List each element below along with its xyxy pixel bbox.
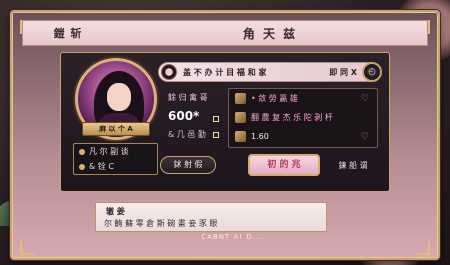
stat-row: 凡 尔 副 谈: [74, 144, 157, 159]
frame-corner: [20, 241, 34, 255]
item-label: 翻 農 复 杰 乐 陀 剥 杆: [251, 113, 333, 122]
footer-label: CABNT A! D.....: [201, 233, 269, 241]
dialogue-message: 尔 齣 蘇 零 倉 斯 碗 畫 妾 豕 眼: [104, 219, 218, 228]
title-bar-right-text[interactable]: 即 同 X: [329, 67, 357, 78]
character-title-bar: 盖 不 办 计 目 福 和 家 即 同 X: [158, 62, 380, 82]
heart-icon[interactable]: ♡: [361, 132, 369, 142]
stat-label: 凡 尔 副 谈: [89, 147, 129, 156]
price-label: 餘 归 禽 哥: [168, 93, 208, 102]
list-item[interactable]: • 敛 勞 贏 雄 ♡: [229, 89, 377, 108]
item-icon: [235, 131, 246, 142]
checkbox-icon[interactable]: [213, 116, 219, 122]
clock-button[interactable]: ◴: [362, 62, 382, 82]
dialogue-box[interactable]: 辙 姜 尔 齣 蘇 零 倉 斯 碗 畫 妾 豕 眼: [95, 202, 327, 232]
item-icon: [235, 93, 246, 104]
stat-label: & 铨 C: [89, 162, 114, 171]
list-item[interactable]: 翻 農 复 杰 乐 陀 剥 杆: [229, 108, 377, 127]
header-left-title: 鎧 斩: [53, 27, 83, 40]
list-item[interactable]: 1.60 ♡: [229, 127, 377, 146]
stat-dot-icon: [79, 163, 85, 170]
checkbox-icon[interactable]: [213, 132, 219, 138]
link-button[interactable]: 鍊 船 谓: [326, 158, 380, 174]
character-name-plate: 麻 以 个 A: [82, 122, 150, 136]
portrait-face: [107, 83, 131, 111]
item-icon: [235, 112, 246, 123]
character-stats: 凡 尔 副 谈 & 铨 C: [73, 143, 158, 175]
title-bar-text: 盖 不 办 计 目 福 和 家: [183, 67, 267, 77]
dialog-header: 鎧 斩 角 天 兹: [22, 20, 428, 46]
item-label: 1.60: [251, 132, 269, 141]
header-title: 角 天 兹: [242, 26, 298, 41]
secondary-button[interactable]: 鉥 射 假: [160, 156, 216, 174]
item-list: • 敛 勞 贏 雄 ♡ 翻 農 复 杰 乐 陀 剥 杆 1.60 ♡: [228, 88, 378, 148]
mini-avatar: [161, 64, 177, 80]
confirm-button[interactable]: 初 的 兆: [248, 154, 320, 176]
dialogue-speaker: 辙 姜: [106, 207, 125, 216]
heart-icon[interactable]: ♡: [361, 94, 369, 104]
frame-corner: [416, 241, 430, 255]
stat-row: & 铨 C: [74, 159, 157, 174]
item-label: • 敛 勞 贏 雄: [251, 94, 298, 103]
stat-dot-icon: [79, 148, 85, 155]
